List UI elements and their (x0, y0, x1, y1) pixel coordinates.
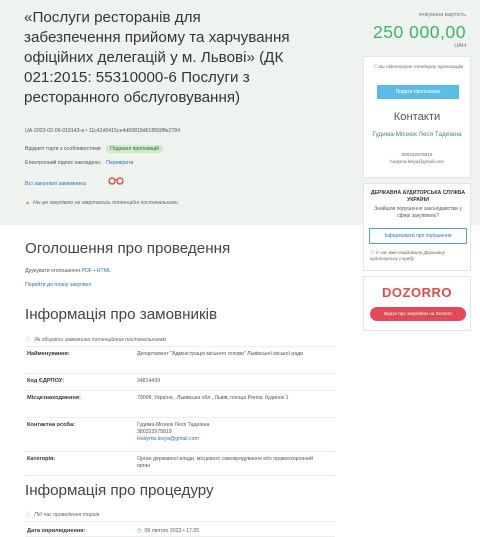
procedure-row: Дата оприлюднення: ◷ 09 лютого 2023 • 17:… (25, 524, 335, 537)
row-value: 79008, Україна , Львівська обл., Львів, … (137, 395, 289, 401)
dozorro-logo: DOZORRO (382, 285, 452, 300)
audit-card: ДЕРЖАВНА АУДИТОРСЬКА СЛУЖБА УКРАЇНИ Знай… (363, 183, 471, 271)
report-violation-button[interactable]: Інформувати про порушення (369, 228, 467, 244)
price-label: очікувана вартість (418, 12, 466, 18)
procedure-type-label: Відкриті торги з особливостями (25, 146, 101, 152)
info-icon: ⓘ (25, 512, 31, 518)
row-value: 34814439 (137, 378, 161, 384)
row-key: Найменування: (27, 351, 70, 357)
status-badge: Подання пропозицій (106, 145, 164, 153)
tender-title: «Послуги ресторанів для забезпечення при… (24, 9, 290, 106)
procedure-heading: Інформація про процедуру (25, 482, 214, 499)
procurement-plan-link[interactable]: Перейти до плану закупівлі (25, 282, 91, 288)
contacts-heading: Контакти (393, 111, 441, 123)
offer-card: ⓘ Ви підготуєте тендерну пропозицію Пода… (363, 56, 471, 178)
contact-email[interactable]: hudyma.lesya@gmail.com (364, 159, 470, 164)
publish-date: ◷ 09 лютого 2023 • 17:25 (137, 528, 327, 535)
publish-date-text: 09 лютого 2023 • 17:25 (144, 528, 200, 534)
customer-row: Код ЄДРПОУ: 34814439 (25, 374, 335, 391)
row-key: Категорія: (27, 456, 56, 462)
print-label: Друкувати оголошення (25, 268, 81, 274)
customer-row: Найменування: Департамент "Адміністрація… (25, 347, 335, 374)
submit-offer-button[interactable]: Подати пропозицію (377, 85, 459, 99)
customer-note: ⓘ Як обирати замовника потенційним постач… (25, 333, 335, 347)
procedure-note-text: Під час проведення торгів (34, 512, 100, 518)
offer-warning: ⓘ Ви підготуєте тендерну пропозицію (370, 65, 466, 71)
contact-name: Гудима-Місеюк Леся Тадеївна (372, 131, 462, 138)
row-key: Місцезнаходження: (27, 395, 81, 401)
procedure-type: Відкриті торги з особливостями Подання п… (25, 145, 164, 153)
info-icon: ⓘ (25, 337, 31, 343)
verify-signature-link[interactable]: Перевірити (106, 160, 133, 166)
tender-id: UA-2023-02-09-018143-a • 11c42d0415ce4d6… (25, 128, 181, 134)
print-announcement: Друкувати оголошення PDF • HTML (25, 268, 111, 274)
contact-person-phone: 380322975819 (137, 429, 172, 435)
customer-row: Місцезнаходження: 79008, Україна , Львів… (25, 391, 335, 418)
procedure-note: ⓘ Під час проведення торгів (25, 508, 335, 522)
print-pdf-link[interactable]: PDF (81, 268, 91, 274)
row-key: Дата оприлюднення: (27, 528, 86, 534)
audit-already-note-text: У нас вже повідомили Державну аудиторськ… (370, 250, 445, 261)
customer-note-text: Як обирати замовника потенційним постача… (34, 337, 167, 343)
customer-tenders-link[interactable]: Всі закупівлі замовника (25, 181, 86, 187)
offer-warning-text: Ви підготуєте тендерну пропозицію (378, 65, 464, 70)
print-html-link[interactable]: HTML (97, 268, 111, 274)
row-value: Департамент "Адміністрація міського голо… (137, 351, 304, 357)
dozorro-card: DOZORRO Відгук про закупівлю на Dozorro (363, 276, 471, 331)
customer-heading: Інформація про замовників (25, 306, 218, 323)
row-value: Орган державної влади, місцевого самовря… (137, 456, 313, 469)
price-amount: 250 000,00 (372, 22, 466, 42)
print-separator: • (93, 268, 96, 274)
warning-icon: ▲ (25, 200, 31, 206)
audit-question: Знайшли порушення законодавства у сфері … (374, 206, 462, 219)
signature-text: Електронний підпис накладено. (25, 160, 102, 166)
contact-person-value: Гудима-Місеюк Леся Тадеївна 380322975819… (137, 422, 327, 443)
glasses-icon[interactable] (108, 176, 124, 186)
customer-row: Контактна особа: Гудима-Місеюк Леся Таде… (25, 418, 335, 452)
price-currency: UAH (454, 43, 466, 49)
row-key: Контактна особа: (27, 422, 75, 428)
contact-person-email[interactable]: Hudyma.lesya@gmail.com (137, 436, 199, 442)
audit-already-note: ⓘ У нас вже повідомили Державну аудиторс… (370, 250, 466, 262)
contact-person-name: Гудима-Місеюк Леся Тадеївна (137, 422, 210, 428)
audit-heading: ДЕРЖАВНА АУДИТОРСЬКА СЛУЖБА УКРАЇНИ (370, 190, 466, 203)
announcement-heading: Оголошення про проведення (25, 240, 231, 257)
customer-row: Категорія: Орган державної влади, місцев… (25, 452, 335, 476)
signature-line: Електронний підпис накладено. Перевірити (25, 160, 133, 166)
clock-icon: ◷ (137, 528, 142, 534)
discussion-note: ▲ На цю закупівлю не звертались потенційн… (25, 200, 178, 206)
row-key: Код ЄДРПОУ: (27, 378, 64, 384)
contact-phone: 380322975819 (401, 152, 433, 157)
dozorro-review-button[interactable]: Відгук про закупівлю на Dozorro (370, 307, 466, 321)
discussion-note-text: На цю закупівлю не звертались потенційні… (33, 200, 178, 206)
